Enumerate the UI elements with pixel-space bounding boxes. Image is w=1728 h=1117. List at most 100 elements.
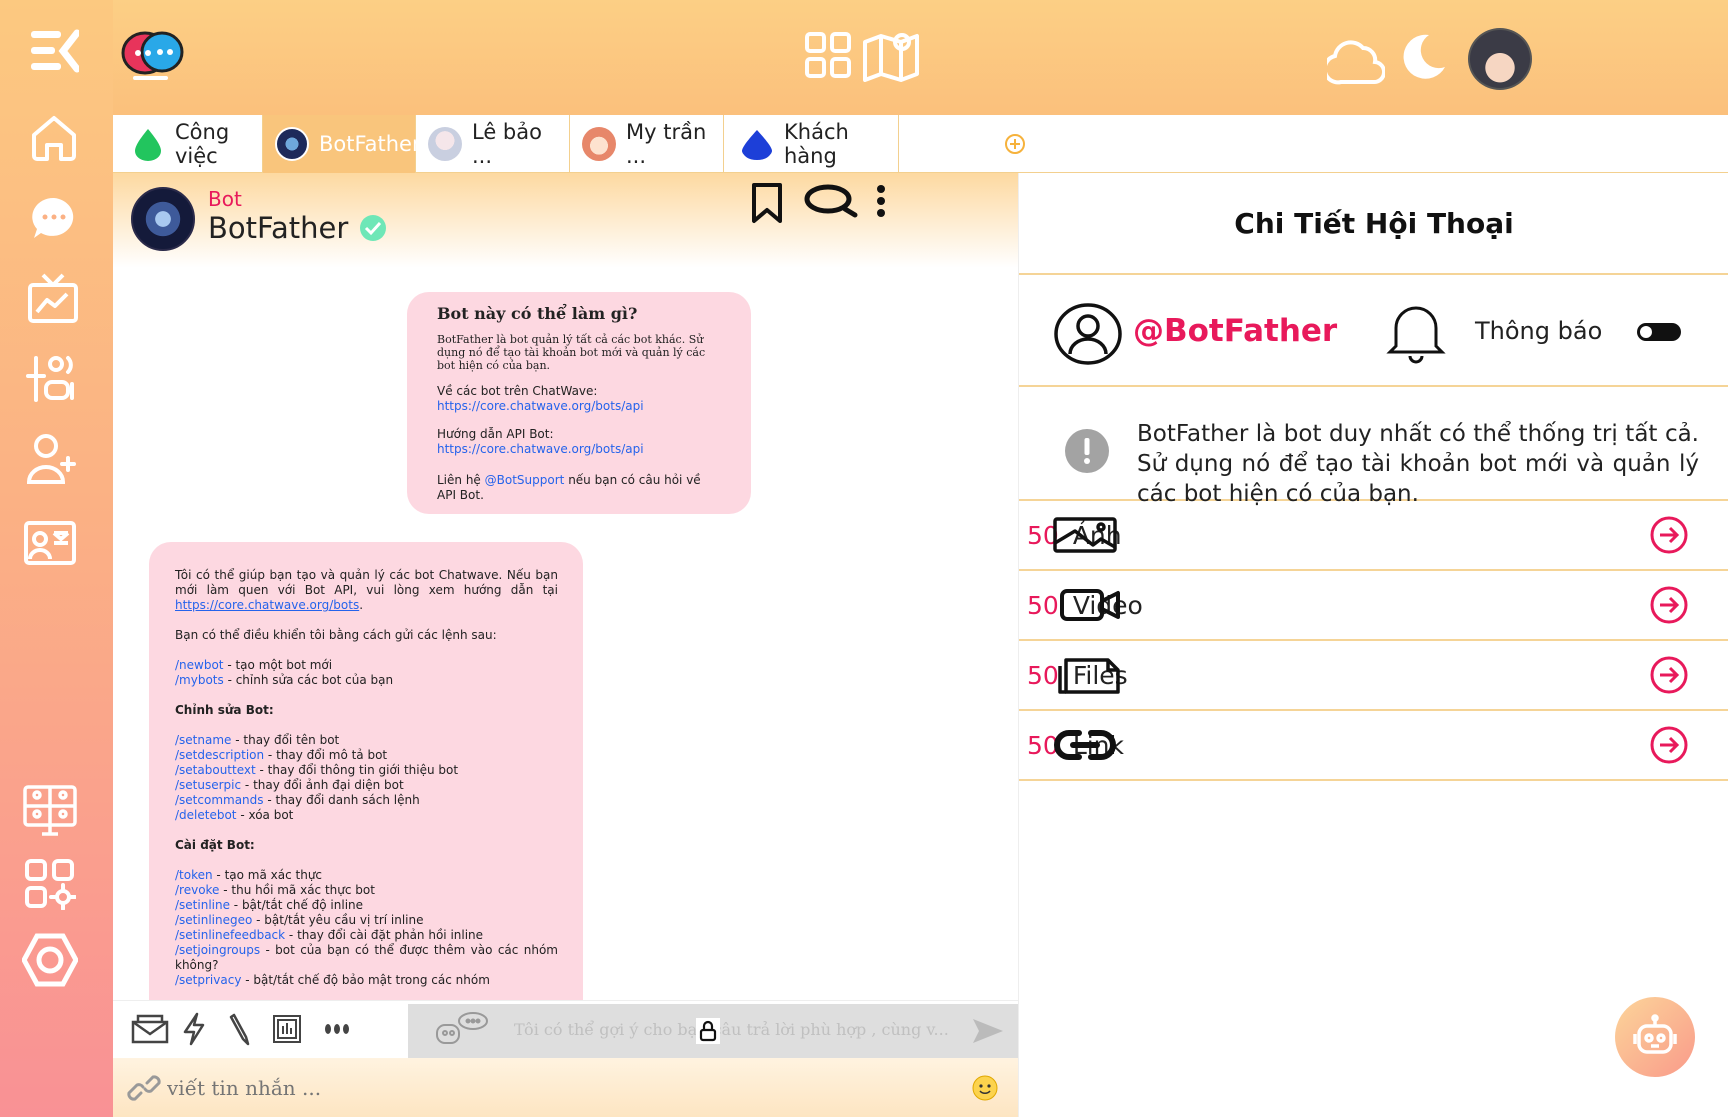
blue-drop-icon bbox=[742, 130, 772, 160]
more-tools-icon[interactable] bbox=[323, 1021, 351, 1037]
contact-card-icon[interactable] bbox=[24, 520, 76, 566]
command-description: - thay đổi thông tin giới thiệu bot bbox=[255, 763, 459, 777]
command-line: /setjoingroups - bot của bạn có thể được… bbox=[175, 943, 558, 973]
intro-description: BotFather là bot quản lý tất cả các bot … bbox=[437, 333, 706, 372]
command-description: - chỉnh sửa các bot của bạn bbox=[223, 673, 394, 687]
video-count: 50 bbox=[1027, 590, 1059, 620]
pen-icon[interactable] bbox=[227, 1011, 253, 1047]
command-link[interactable]: /deletebot bbox=[175, 808, 237, 822]
command-link[interactable]: /setuserpic bbox=[175, 778, 241, 792]
top-bar bbox=[0, 0, 1728, 115]
mail-icon[interactable] bbox=[129, 1011, 171, 1047]
command-link[interactable]: /setname bbox=[175, 733, 231, 747]
logout-hexagon-icon[interactable] bbox=[22, 932, 78, 988]
arrow-right-icon[interactable] bbox=[1649, 655, 1689, 695]
send-icon[interactable] bbox=[970, 1016, 1006, 1046]
command-description: - thay đổi mô tả bot bbox=[264, 748, 388, 762]
help-intro: Tôi có thể giúp bạn tạo và quản lý các b… bbox=[175, 568, 558, 612]
notification-toggle[interactable] bbox=[1637, 323, 1681, 341]
chat-type-tag: Bot bbox=[208, 187, 242, 211]
contact-pre: Liên hệ bbox=[437, 473, 481, 487]
message-list: Bot này có thể làm gì? BotFather là bot … bbox=[113, 268, 1018, 1000]
moon-icon[interactable] bbox=[1398, 30, 1450, 82]
about-link[interactable]: https://core.chatwave.org/bots/api bbox=[437, 399, 723, 414]
details-header: Chi Tiết Hội Thoại bbox=[1019, 173, 1728, 275]
sidebar bbox=[0, 0, 113, 1117]
cloud-icon[interactable] bbox=[1326, 32, 1386, 87]
media-row-files[interactable]: 50 Files bbox=[1019, 641, 1728, 711]
command-link[interactable]: /setcommands bbox=[175, 793, 264, 807]
media-row-photos[interactable]: 50 Ảnh bbox=[1019, 501, 1728, 571]
help-intro-text: Tôi có thể giúp bạn tạo và quản lý các b… bbox=[175, 568, 558, 597]
command-line: /newbot - tạo một bot mới bbox=[175, 658, 558, 673]
command-line: /setprivacy - bật/tắt chế độ bảo mật tro… bbox=[175, 973, 558, 988]
bot-description: BotFather là bot duy nhất có thể thống t… bbox=[1137, 421, 1699, 507]
home-icon[interactable] bbox=[28, 112, 80, 164]
tab-botfather[interactable]: BotFather bbox=[263, 115, 421, 173]
add-tab-icon[interactable] bbox=[1003, 132, 1027, 156]
command-link[interactable]: /setinline bbox=[175, 898, 230, 912]
notification-label: Thông báo bbox=[1475, 317, 1603, 345]
info-icon bbox=[1063, 427, 1111, 475]
command-description: - thay đổi tên bot bbox=[231, 733, 340, 747]
tab-khach-hang[interactable]: Khách hàng bbox=[724, 115, 899, 173]
video-conference-icon[interactable] bbox=[22, 784, 78, 838]
grid-icon[interactable] bbox=[803, 30, 853, 80]
guide-link[interactable]: https://core.chatwave.org/bots/api bbox=[437, 442, 723, 457]
command-link[interactable]: /setjoingroups bbox=[175, 943, 260, 957]
command-description: - bật/tắt yêu cầu vị trí inline bbox=[252, 913, 424, 927]
description-row: BotFather là bot duy nhất có thể thống t… bbox=[1019, 387, 1728, 507]
command-line: /token - tạo mã xác thực bbox=[175, 868, 558, 883]
command-link[interactable]: /setinlinefeedback bbox=[175, 928, 285, 942]
ai-assistant-button[interactable] bbox=[1615, 997, 1695, 1077]
dashboard-icon[interactable] bbox=[26, 272, 80, 324]
attachment-link-icon[interactable] bbox=[127, 1074, 161, 1102]
tab-cong-viec[interactable]: Công việc bbox=[113, 115, 263, 173]
bookmark-icon[interactable] bbox=[749, 181, 785, 225]
chat-icon[interactable] bbox=[28, 194, 80, 242]
botfather-avatar[interactable] bbox=[131, 187, 195, 251]
app-logo-icon[interactable] bbox=[118, 28, 188, 88]
arrow-right-icon[interactable] bbox=[1649, 725, 1689, 765]
lightning-icon[interactable] bbox=[179, 1011, 209, 1047]
command-line: /setname - thay đổi tên bot bbox=[175, 733, 558, 748]
command-group-settings: /token - tạo mã xác thực/revoke - thu hồ… bbox=[175, 868, 558, 988]
command-link[interactable]: /setabouttext bbox=[175, 763, 256, 777]
tab-label: Lê bảo ... bbox=[472, 120, 542, 168]
command-description: - thu hồi mã xác thực bot bbox=[219, 883, 375, 897]
emoji-icon[interactable] bbox=[971, 1074, 999, 1102]
command-description: - tạo một bot mới bbox=[223, 658, 333, 672]
user-avatar[interactable] bbox=[1468, 28, 1532, 90]
more-options-icon[interactable] bbox=[871, 183, 891, 219]
command-link[interactable]: /token bbox=[175, 868, 213, 882]
arrow-right-icon[interactable] bbox=[1649, 515, 1689, 555]
robot-icon bbox=[1633, 1014, 1677, 1054]
bot-handle[interactable]: @BotFather bbox=[1133, 313, 1337, 349]
ai-suggestion-bar[interactable]: Tôi có thể gợi ý cho bạn câu trả lời phù… bbox=[408, 1004, 1018, 1058]
command-link[interactable]: /setdescription bbox=[175, 748, 264, 762]
video-icon bbox=[1059, 585, 1121, 625]
command-group-edit: /setname - thay đổi tên bot/setdescripti… bbox=[175, 733, 558, 823]
settings-sliders-icon[interactable] bbox=[24, 354, 80, 404]
arrow-right-icon[interactable] bbox=[1649, 585, 1689, 625]
botsupport-link[interactable]: @BotSupport bbox=[485, 473, 565, 487]
apps-settings-icon[interactable] bbox=[24, 858, 76, 910]
media-row-links[interactable]: 50 Link bbox=[1019, 711, 1728, 781]
command-link[interactable]: /newbot bbox=[175, 658, 224, 672]
map-icon[interactable] bbox=[862, 28, 920, 82]
command-link[interactable]: /setprivacy bbox=[175, 973, 241, 987]
command-link[interactable]: /revoke bbox=[175, 883, 219, 897]
chart-box-icon[interactable] bbox=[271, 1013, 303, 1045]
tab-my-tran[interactable]: My trần ... bbox=[570, 115, 724, 173]
search-icon[interactable] bbox=[803, 181, 859, 221]
help-prompt: Bạn có thể điều khiển tôi bằng cách gửi … bbox=[175, 628, 497, 642]
media-row-videos[interactable]: 50 Video bbox=[1019, 571, 1728, 641]
command-link[interactable]: /mybots bbox=[175, 673, 224, 687]
message-input[interactable] bbox=[167, 1070, 767, 1106]
command-link[interactable]: /setinlinegeo bbox=[175, 913, 252, 927]
collapse-menu-icon[interactable] bbox=[28, 28, 80, 74]
add-user-icon[interactable] bbox=[26, 432, 78, 486]
user-avatar bbox=[582, 127, 616, 161]
docs-link[interactable]: https://core.chatwave.org/bots bbox=[175, 598, 359, 612]
tab-le-bao[interactable]: Lê bảo ... bbox=[416, 115, 570, 173]
